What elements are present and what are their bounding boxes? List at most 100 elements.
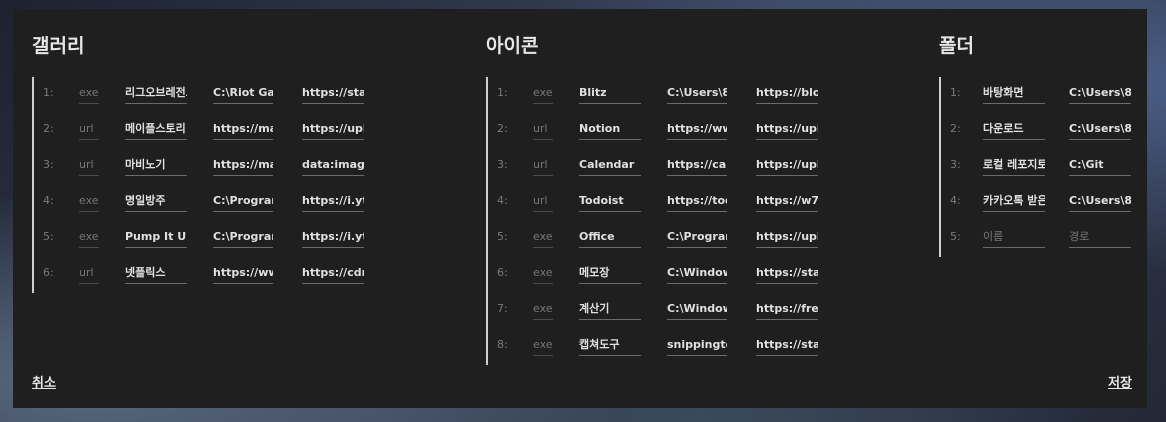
folders-row-1: 1: 바탕화면 C:\Users\821 <box>939 77 1131 113</box>
name-field[interactable]: 넷플릭스 <box>125 263 187 284</box>
row-index: 3: <box>43 158 54 171</box>
icon-url-field[interactable]: https://freep <box>756 299 818 320</box>
icon-url-field[interactable]: data:image/ <box>302 155 364 176</box>
name-field[interactable]: 로컬 레포지토리 <box>983 155 1045 176</box>
path-field[interactable]: C:\Program <box>213 191 273 212</box>
row-index: 8: <box>497 338 508 351</box>
path-field[interactable]: https://map <box>213 119 273 140</box>
type-field[interactable]: url <box>79 155 99 176</box>
icon-url-field[interactable]: https://uplo <box>756 227 818 248</box>
save-button[interactable]: 저장 <box>1108 372 1132 391</box>
folders-title: 폴더 <box>939 35 974 57</box>
gallery-row-1: 1: exe 리그오브레전드 C:\Riot Gam https://stati… <box>32 77 364 113</box>
icons-row-5: 5: exe Office C:\Program https://uplo <box>486 221 818 257</box>
path-field[interactable]: C:\Git <box>1069 155 1131 176</box>
row-index: 6: <box>43 266 54 279</box>
type-field[interactable]: exe <box>533 227 553 248</box>
type-field[interactable]: exe <box>79 227 99 248</box>
gallery-rows: 1: exe 리그오브레전드 C:\Riot Gam https://stati… <box>32 77 364 293</box>
icon-url-field[interactable]: https://uplo <box>756 155 818 176</box>
icon-url-field[interactable]: https://static <box>302 83 364 104</box>
path-field[interactable]: C:\Program <box>213 227 273 248</box>
type-field[interactable]: exe <box>533 83 553 104</box>
icons-row-4: 4: url Todoist https://todo https://w7.p <box>486 185 818 221</box>
type-field[interactable]: exe <box>533 263 553 284</box>
name-field[interactable]: 메이플스토리 <box>125 119 187 140</box>
path-field[interactable]: https://caler <box>667 155 727 176</box>
row-index: 1: <box>950 86 961 99</box>
name-field[interactable]: 계산기 <box>579 299 641 320</box>
icon-url-field[interactable]: https://uplo <box>756 119 818 140</box>
gallery-row-2: 2: url 메이플스토리 https://map https://uplo <box>32 113 364 149</box>
new-folder-name-input[interactable]: 이름 <box>983 227 1045 248</box>
row-index: 4: <box>43 194 54 207</box>
name-field[interactable]: Pump It Up <box>125 227 187 248</box>
type-field[interactable]: url <box>533 119 553 140</box>
icon-url-field[interactable]: https://static <box>756 263 818 284</box>
path-field[interactable]: https://www <box>213 263 273 284</box>
path-field[interactable]: C:\Windows\ <box>667 299 727 320</box>
row-index: 4: <box>950 194 961 207</box>
icon-url-field[interactable]: https://uplo <box>302 119 364 140</box>
gallery-title: 갤러리 <box>32 35 85 57</box>
row-index: 1: <box>497 86 508 99</box>
path-field[interactable]: C:\Program <box>667 227 727 248</box>
icons-row-2: 2: url Notion https://www https://uplo <box>486 113 818 149</box>
icon-url-field[interactable]: https://i.ytim <box>302 227 364 248</box>
type-field[interactable]: url <box>79 263 99 284</box>
folders-row-4: 4: 카카오톡 받은 C:\Users\821 <box>939 185 1131 221</box>
icon-url-field[interactable]: https://w7.p <box>756 191 818 212</box>
path-field[interactable]: C:\Users\821 <box>1069 191 1131 212</box>
name-field[interactable]: Blitz <box>579 83 641 104</box>
type-field[interactable]: exe <box>79 83 99 104</box>
name-field[interactable]: 마비노기 <box>125 155 187 176</box>
icons-rows: 1: exe Blitz C:\Users\821 https://blog. … <box>486 77 818 365</box>
gallery-row-4: 4: exe 명일방주 C:\Program https://i.ytim <box>32 185 364 221</box>
name-field[interactable]: Notion <box>579 119 641 140</box>
name-field[interactable]: 캡쳐도구 <box>579 335 641 356</box>
name-field[interactable]: 다운로드 <box>983 119 1045 140</box>
icons-title: 아이콘 <box>486 35 539 57</box>
row-index: 5: <box>950 230 961 243</box>
type-field[interactable]: url <box>533 155 553 176</box>
icons-row-7: 7: exe 계산기 C:\Windows\ https://freep <box>486 293 818 329</box>
name-field[interactable]: Office <box>579 227 641 248</box>
type-field[interactable]: exe <box>533 299 553 320</box>
row-index: 5: <box>497 230 508 243</box>
name-field[interactable]: 메모장 <box>579 263 641 284</box>
path-field[interactable]: snippingtoo <box>667 335 727 356</box>
path-field[interactable]: https://mab <box>213 155 273 176</box>
type-field[interactable]: url <box>533 191 553 212</box>
new-folder-path-input[interactable]: 경로 <box>1069 227 1131 248</box>
name-field[interactable]: Todoist <box>579 191 641 212</box>
name-field[interactable]: 명일방주 <box>125 191 187 212</box>
row-index: 3: <box>497 158 508 171</box>
path-field[interactable]: C:\Users\821 <box>667 83 727 104</box>
path-field[interactable]: C:\Users\821 <box>1069 83 1131 104</box>
icon-url-field[interactable]: https://static <box>756 335 818 356</box>
icons-row-1: 1: exe Blitz C:\Users\821 https://blog. <box>486 77 818 113</box>
icon-url-field[interactable]: https://blog. <box>756 83 818 104</box>
name-field[interactable]: 카카오톡 받은 <box>983 191 1045 212</box>
cancel-button[interactable]: 취소 <box>32 372 56 391</box>
name-field[interactable]: Calendar <box>579 155 641 176</box>
row-index: 3: <box>950 158 961 171</box>
row-index: 2: <box>497 122 508 135</box>
folders-row-3: 3: 로컬 레포지토리 C:\Git <box>939 149 1131 185</box>
row-index: 1: <box>43 86 54 99</box>
name-field[interactable]: 바탕화면 <box>983 83 1045 104</box>
path-field[interactable]: https://todo <box>667 191 727 212</box>
row-index: 2: <box>43 122 54 135</box>
path-field[interactable]: C:\Riot Gam <box>213 83 273 104</box>
type-field[interactable]: exe <box>533 335 553 356</box>
name-field[interactable]: 리그오브레전드 <box>125 83 187 104</box>
row-index: 7: <box>497 302 508 315</box>
path-field[interactable]: C:\Windows\ <box>667 263 727 284</box>
row-index: 5: <box>43 230 54 243</box>
icon-url-field[interactable]: https://cdn.a <box>302 263 364 284</box>
type-field[interactable]: url <box>79 119 99 140</box>
path-field[interactable]: https://www <box>667 119 727 140</box>
icon-url-field[interactable]: https://i.ytim <box>302 191 364 212</box>
type-field[interactable]: exe <box>79 191 99 212</box>
path-field[interactable]: C:\Users\821 <box>1069 119 1131 140</box>
